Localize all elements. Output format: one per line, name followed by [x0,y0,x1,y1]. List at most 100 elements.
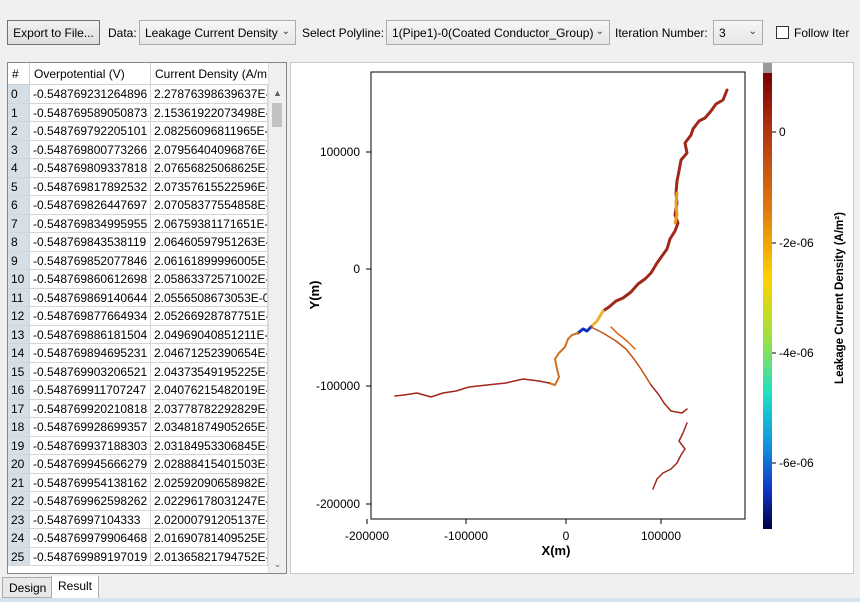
overpotential-cell[interactable]: -0.548769945666279 [30,455,151,474]
table-row[interactable]: 14 -0.548769894695231 2.04671252390654E- [8,344,268,363]
table-row[interactable]: 19 -0.548769937188303 2.03184953306845E- [8,436,268,455]
row-index-cell[interactable]: 14 [8,344,30,363]
table-row[interactable]: 5 -0.548769817892532 2.07357615522596E- [8,177,268,196]
table-row[interactable]: 7 -0.548769834995955 2.06759381171651E- [8,214,268,233]
current-density-cell[interactable]: 2.07656825068625E- [151,159,268,178]
table-row[interactable]: 16 -0.548769911707247 2.04076215482019E- [8,381,268,400]
column-header-index[interactable]: # [8,63,30,85]
row-index-cell[interactable]: 3 [8,140,30,159]
table-row[interactable]: 15 -0.548769903206521 2.04373549195225E- [8,362,268,381]
overpotential-cell[interactable]: -0.548769979906468 [30,529,151,548]
current-density-cell[interactable]: 2.06759381171651E- [151,214,268,233]
row-index-cell[interactable]: 21 [8,473,30,492]
table-row[interactable]: 11 -0.548769869140644 2.0556508673053E-0 [8,288,268,307]
overpotential-cell[interactable]: -0.548769800773266 [30,140,151,159]
overpotential-cell[interactable]: -0.54876997104333 [30,510,151,529]
current-density-cell[interactable]: 2.05266928787751E- [151,307,268,326]
table-row[interactable]: 12 -0.548769877664934 2.05266928787751E- [8,307,268,326]
column-header-overpotential[interactable]: Overpotential (V) [30,63,151,85]
table-row[interactable]: 18 -0.548769928699357 2.03481874905265E- [8,418,268,437]
scroll-down-icon[interactable]: ⌄ [269,556,286,573]
overpotential-cell[interactable]: -0.548769852077846 [30,251,151,270]
overpotential-cell[interactable]: -0.548769954138162 [30,473,151,492]
current-density-cell[interactable]: 2.01690781409525E- [151,529,268,548]
current-density-cell[interactable]: 2.07357615522596E- [151,177,268,196]
data-select[interactable]: Leakage Current Density ⌄ [139,20,296,45]
table-row[interactable]: 2 -0.548769792205101 2.08256096811965E- [8,122,268,141]
row-index-cell[interactable]: 1 [8,103,30,122]
overpotential-cell[interactable]: -0.548769817892532 [30,177,151,196]
table-row[interactable]: 20 -0.548769945666279 2.02888415401503E- [8,455,268,474]
table-scrollbar[interactable]: ▲ ⌄ [268,63,286,573]
row-index-cell[interactable]: 6 [8,196,30,215]
scroll-thumb[interactable] [272,103,282,127]
overpotential-cell[interactable]: -0.548769962598262 [30,492,151,511]
row-index-cell[interactable]: 10 [8,270,30,289]
overpotential-cell[interactable]: -0.548769877664934 [30,307,151,326]
current-density-cell[interactable]: 2.03778782292829E- [151,399,268,418]
overpotential-cell[interactable]: -0.548769886181504 [30,325,151,344]
current-density-cell[interactable]: 2.02592090658982E- [151,473,268,492]
row-index-cell[interactable]: 17 [8,399,30,418]
overpotential-cell[interactable]: -0.548769843538119 [30,233,151,252]
row-index-cell[interactable]: 13 [8,325,30,344]
table-row[interactable]: 6 -0.548769826447697 2.07058377554858E- [8,196,268,215]
overpotential-cell[interactable]: -0.548769937188303 [30,436,151,455]
current-density-cell[interactable]: 2.06460597951263E- [151,233,268,252]
table-row[interactable]: 0 -0.548769231264896 2.27876398639637E- [8,85,268,104]
row-index-cell[interactable]: 24 [8,529,30,548]
row-index-cell[interactable]: 23 [8,510,30,529]
scroll-up-icon[interactable]: ▲ [269,85,286,102]
row-index-cell[interactable]: 11 [8,288,30,307]
column-header-current-density[interactable]: Current Density (A/m [151,63,278,85]
current-density-cell[interactable]: 2.07956404096876E- [151,140,268,159]
row-index-cell[interactable]: 22 [8,492,30,511]
table-row[interactable]: 10 -0.548769860612698 2.05863372571002E- [8,270,268,289]
current-density-cell[interactable]: 2.15361922073498E- [151,103,268,122]
polyline-select[interactable]: 1(Pipe1)-0(Coated Conductor_Group) ⌄ [386,20,610,45]
tab-result[interactable]: Result [51,576,100,599]
row-index-cell[interactable]: 12 [8,307,30,326]
current-density-cell[interactable]: 2.01365821794752E- [151,547,268,566]
table-row[interactable]: 4 -0.548769809337818 2.07656825068625E- [8,159,268,178]
overpotential-cell[interactable]: -0.548769903206521 [30,362,151,381]
overpotential-cell[interactable]: -0.548769894695231 [30,344,151,363]
current-density-cell[interactable]: 2.04076215482019E- [151,381,268,400]
overpotential-cell[interactable]: -0.548769792205101 [30,122,151,141]
current-density-cell[interactable]: 2.07058377554858E- [151,196,268,215]
table-row[interactable]: 21 -0.548769954138162 2.02592090658982E- [8,473,268,492]
table-row[interactable]: 13 -0.548769886181504 2.04969040851211E- [8,325,268,344]
row-index-cell[interactable]: 0 [8,85,30,104]
table-row[interactable]: 24 -0.548769979906468 2.01690781409525E- [8,529,268,548]
table-row[interactable]: 1 -0.548769589050873 2.15361922073498E- [8,103,268,122]
table-row[interactable]: 3 -0.548769800773266 2.07956404096876E- [8,140,268,159]
row-index-cell[interactable]: 9 [8,251,30,270]
overpotential-cell[interactable]: -0.548769589050873 [30,103,151,122]
current-density-cell[interactable]: 2.27876398639637E- [151,85,268,104]
overpotential-cell[interactable]: -0.548769869140644 [30,288,151,307]
row-index-cell[interactable]: 16 [8,381,30,400]
current-density-cell[interactable]: 2.04671252390654E- [151,344,268,363]
current-density-cell[interactable]: 2.02296178031247E- [151,492,268,511]
row-index-cell[interactable]: 8 [8,233,30,252]
overpotential-cell[interactable]: -0.548769231264896 [30,85,151,104]
row-index-cell[interactable]: 18 [8,418,30,437]
table-row[interactable]: 8 -0.548769843538119 2.06460597951263E- [8,233,268,252]
overpotential-cell[interactable]: -0.548769860612698 [30,270,151,289]
table-row[interactable]: 22 -0.548769962598262 2.02296178031247E- [8,492,268,511]
follow-iteration-checkbox[interactable] [776,26,789,39]
table-row[interactable]: 9 -0.548769852077846 2.06161899996005E- [8,251,268,270]
row-index-cell[interactable]: 20 [8,455,30,474]
row-index-cell[interactable]: 25 [8,547,30,566]
row-index-cell[interactable]: 5 [8,177,30,196]
export-to-file-button[interactable]: Export to File... [7,20,100,45]
current-density-cell[interactable]: 2.03184953306845E- [151,436,268,455]
current-density-cell[interactable]: 2.08256096811965E- [151,122,268,141]
current-density-cell[interactable]: 2.06161899996005E- [151,251,268,270]
overpotential-cell[interactable]: -0.548769928699357 [30,418,151,437]
overpotential-cell[interactable]: -0.548769826447697 [30,196,151,215]
current-density-cell[interactable]: 2.0556508673053E-0 [151,288,268,307]
current-density-cell[interactable]: 2.05863372571002E- [151,270,268,289]
row-index-cell[interactable]: 4 [8,159,30,178]
overpotential-cell[interactable]: -0.548769809337818 [30,159,151,178]
